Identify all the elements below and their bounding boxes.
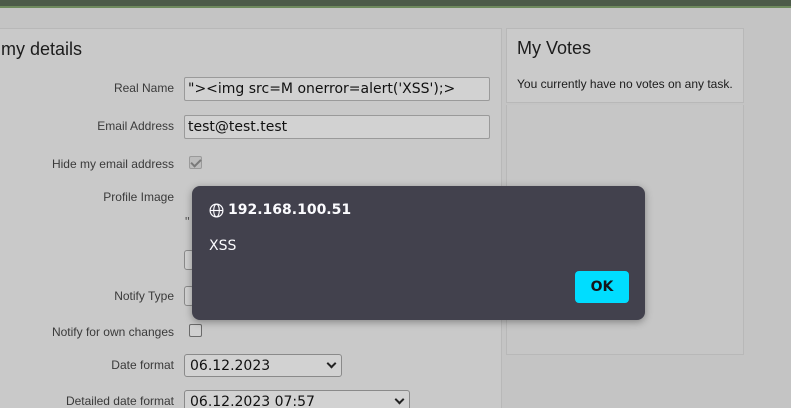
- date-format-label: Date format: [111, 358, 174, 372]
- detailed-date-format-select[interactable]: 06.12.2023 07:57: [184, 390, 410, 408]
- hide-email-checkbox[interactable]: [189, 156, 202, 169]
- chevron-down-icon: [326, 358, 337, 369]
- globe-icon: [209, 203, 224, 218]
- detailed-date-format-value: 06.12.2023 07:57: [190, 394, 315, 408]
- chevron-down-icon: [394, 394, 405, 405]
- ok-button[interactable]: OK: [575, 271, 629, 303]
- notify-own-label: Notify for own changes: [51, 325, 174, 339]
- dialog-message: XSS: [209, 238, 237, 254]
- profile-image-fragment: ": [185, 214, 190, 229]
- panel-title-my-votes: My Votes: [517, 38, 592, 58]
- detailed-date-format-label: Detailed date format: [65, 394, 174, 408]
- real-name-label: Real Name: [113, 81, 174, 95]
- email-label: Email Address: [97, 119, 174, 133]
- dialog-origin: 192.168.100.51: [228, 202, 352, 218]
- real-name-input[interactable]: "><img src=M onerror=alert('XSS');>: [184, 77, 490, 101]
- top-bar: [0, 0, 791, 8]
- date-format-select[interactable]: 06.12.2023: [184, 354, 342, 377]
- hide-email-label: Hide my email address: [51, 157, 174, 171]
- votes-empty-text: You currently have no votes on any task.: [517, 77, 733, 91]
- panel-title-my-details: my details: [1, 39, 83, 59]
- profile-image-label: Profile Image: [103, 190, 174, 204]
- date-format-value: 06.12.2023: [190, 358, 271, 374]
- alert-dialog: 192.168.100.51 XSS OK: [192, 186, 645, 320]
- email-input[interactable]: test@test.test: [184, 115, 490, 139]
- notify-type-label: Notify Type: [114, 289, 174, 303]
- notify-own-checkbox[interactable]: [189, 324, 202, 337]
- my-votes-panel: My Votes You currently have no votes on …: [506, 28, 744, 103]
